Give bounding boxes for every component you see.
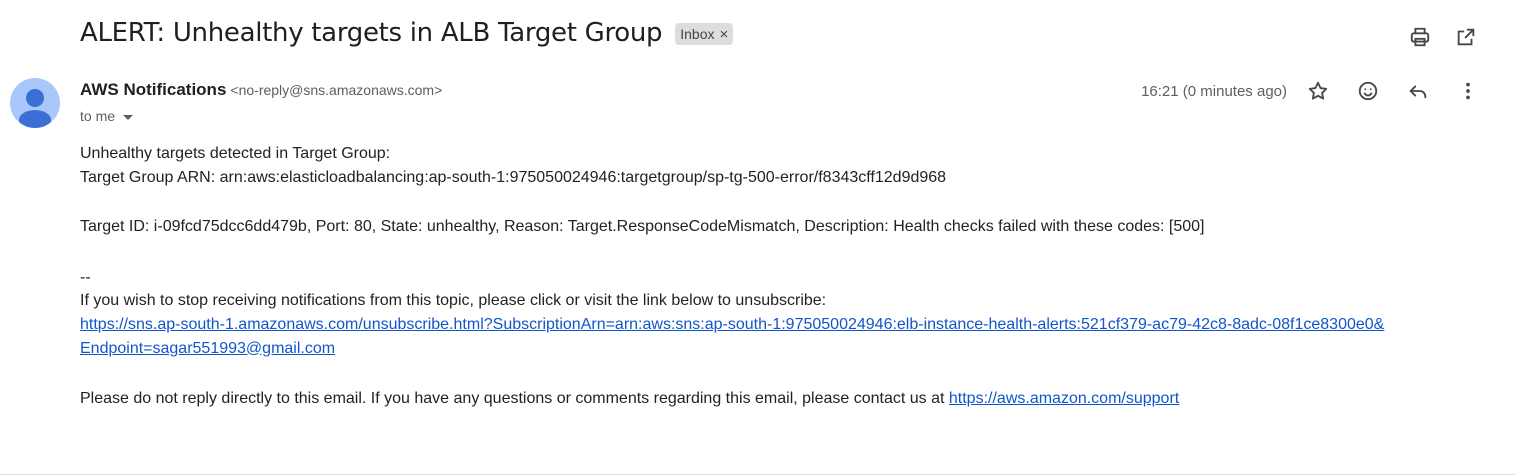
recipient-details-toggle[interactable]: to me	[80, 108, 134, 124]
chevron-down-icon	[123, 114, 134, 120]
unsubscribe-link-line1: https://sns.ap-south-1.amazonaws.com/uns…	[80, 315, 1385, 333]
sender-email: <no-reply@sns.amazonaws.com>	[230, 82, 443, 98]
thread-actions	[1407, 24, 1479, 50]
subject-row: ALERT: Unhealthy targets in ALB Target G…	[80, 18, 734, 48]
reply-icon[interactable]	[1405, 78, 1431, 104]
email-body: Unhealthy targets detected in Target Gro…	[80, 142, 1480, 410]
signature-separator: --	[80, 268, 91, 286]
unsubscribe-link-line2: Endpoint=sagar551993@gmail.com	[80, 339, 336, 357]
body-line: Unhealthy targets detected in Target Gro…	[80, 145, 391, 162]
support-link[interactable]: https://aws.amazon.com/support	[949, 390, 1179, 407]
label-chip-text: Inbox	[680, 26, 715, 42]
message-actions: 16:21 (0 minutes ago)	[1141, 78, 1481, 104]
email-view: ALERT: Unhealthy targets in ALB Target G…	[0, 0, 1515, 475]
open-in-new-window-icon[interactable]	[1453, 24, 1479, 50]
footer-line: Please do not reply directly to this ema…	[80, 387, 1480, 411]
star-icon[interactable]	[1305, 78, 1331, 104]
footer-text: Please do not reply directly to this ema…	[80, 389, 949, 407]
sender-name[interactable]: AWS Notifications	[80, 80, 226, 100]
inbox-label-chip[interactable]: Inbox ×	[675, 23, 734, 45]
message-timestamp: 16:21 (0 minutes ago)	[1141, 82, 1287, 100]
person-avatar-icon[interactable]	[10, 78, 60, 128]
more-vert-icon[interactable]	[1455, 78, 1481, 104]
sender-info: AWS Notifications <no-reply@sns.amazonaw…	[80, 80, 442, 100]
print-icon[interactable]	[1407, 24, 1433, 50]
recipient-label: to me	[80, 108, 116, 124]
email-subject: ALERT: Unhealthy targets in ALB Target G…	[80, 18, 663, 48]
emoji-reaction-icon[interactable]	[1355, 78, 1381, 104]
body-line: Target Group ARN: arn:aws:elasticloadbal…	[80, 168, 947, 186]
unsubscribe-instructions: If you wish to stop receiving notificati…	[80, 292, 827, 309]
remove-label-icon[interactable]: ×	[720, 27, 729, 42]
body-line: Target ID: i-09fcd75dcc6dd479b, Port: 80…	[80, 218, 1205, 235]
unsubscribe-link[interactable]: https://sns.ap-south-1.amazonaws.com/uns…	[80, 313, 1480, 361]
